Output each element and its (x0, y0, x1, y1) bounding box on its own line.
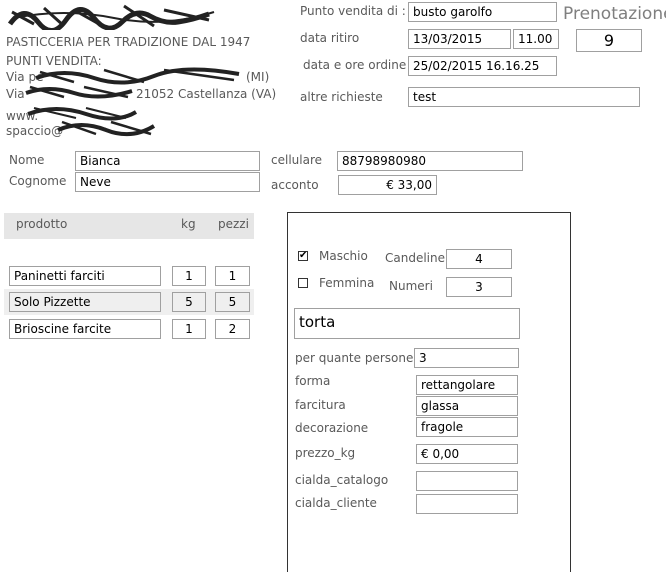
price-per-kg-label: prezzo_kg (295, 446, 356, 460)
other-requests-field[interactable]: test (408, 87, 640, 107)
wafer-catalog-label: cialda_catalogo (295, 473, 389, 487)
store2-suffix: 21052 Castellanza (VA) (136, 87, 277, 101)
male-label: Maschio (319, 249, 368, 263)
female-checkbox[interactable] (298, 278, 308, 288)
wafer-catalog-field[interactable] (416, 471, 518, 491)
shape-field[interactable]: rettangolare (416, 375, 518, 395)
deposit-label: acconto (271, 178, 319, 192)
checkmark-icon: ✔ (299, 250, 308, 261)
product-name-field[interactable]: Solo Pizzette (9, 292, 161, 312)
decoration-field[interactable]: fragole (416, 417, 518, 437)
filling-label: farcitura (295, 398, 346, 412)
product-pieces-field[interactable]: 1 (215, 266, 250, 286)
product-kg-field[interactable]: 5 (172, 292, 206, 312)
store-select-label: Punto vendita di : (300, 4, 406, 18)
products-header-pieces: pezzi (218, 217, 249, 231)
order-datetime-label: data e ore ordine (303, 58, 407, 72)
product-kg-field[interactable]: 1 (172, 319, 206, 339)
products-header-product: prodotto (16, 217, 68, 231)
pickup-date-label: data ritiro (300, 31, 360, 45)
store-email: spaccio@ (6, 124, 64, 138)
company-logo-redacted (7, 4, 215, 30)
store1-suffix: (MI) (246, 70, 270, 84)
redaction-scribble (25, 85, 133, 99)
cake-type-field[interactable]: torta (294, 308, 520, 339)
filling-field[interactable]: glassa (416, 396, 518, 416)
numbers-label: Numeri (389, 279, 433, 293)
redaction-scribble (57, 120, 156, 137)
product-name-field[interactable]: Brioscine farcite (9, 319, 161, 339)
other-requests-label: altre richieste (300, 90, 383, 104)
servings-field[interactable]: 3 (414, 348, 519, 368)
male-checkbox[interactable]: ✔ (298, 251, 308, 261)
deposit-field[interactable]: € 33,00 (338, 175, 437, 195)
mobile-field[interactable]: 88798980980 (337, 151, 523, 171)
product-pieces-field[interactable]: 5 (215, 292, 250, 312)
numbers-field[interactable]: 3 (446, 277, 512, 297)
product-kg-field[interactable]: 1 (172, 266, 206, 286)
female-label: Femmina (319, 276, 375, 290)
product-pieces-field[interactable]: 2 (215, 319, 250, 339)
mobile-label: cellulare (271, 153, 322, 167)
price-per-kg-field[interactable]: € 0,00 (416, 444, 518, 464)
order-number-field[interactable]: 9 (576, 29, 642, 52)
pickup-time-field[interactable]: 11.00 (513, 29, 559, 49)
shape-label: forma (295, 374, 331, 388)
products-header-kg: kg (181, 217, 196, 231)
order-datetime-field[interactable]: 25/02/2015 16.16.25 (408, 56, 557, 76)
last-name-field[interactable]: Neve (75, 172, 260, 192)
decoration-label: decorazione (295, 421, 369, 435)
wafer-customer-field[interactable] (416, 494, 518, 514)
servings-label: per quante persone (295, 351, 414, 365)
pickup-date-field[interactable]: 13/03/2015 (408, 29, 511, 49)
page-title: Prenotazione (563, 4, 666, 24)
first-name-label: Nome (9, 153, 45, 167)
store-select-field[interactable]: busto garolfo (408, 2, 557, 22)
product-name-field[interactable]: Paninetti farciti (9, 266, 161, 286)
company-tagline: PASTICCERIA PER TRADIZIONE DAL 1947 (6, 35, 251, 49)
last-name-label: Cognome (9, 174, 67, 188)
first-name-field[interactable]: Bianca (75, 151, 260, 171)
store-address-2: Via (6, 87, 25, 101)
candles-label: Candeline (385, 251, 445, 265)
candles-field[interactable]: 4 (446, 249, 512, 269)
wafer-customer-label: cialda_cliente (295, 496, 377, 510)
